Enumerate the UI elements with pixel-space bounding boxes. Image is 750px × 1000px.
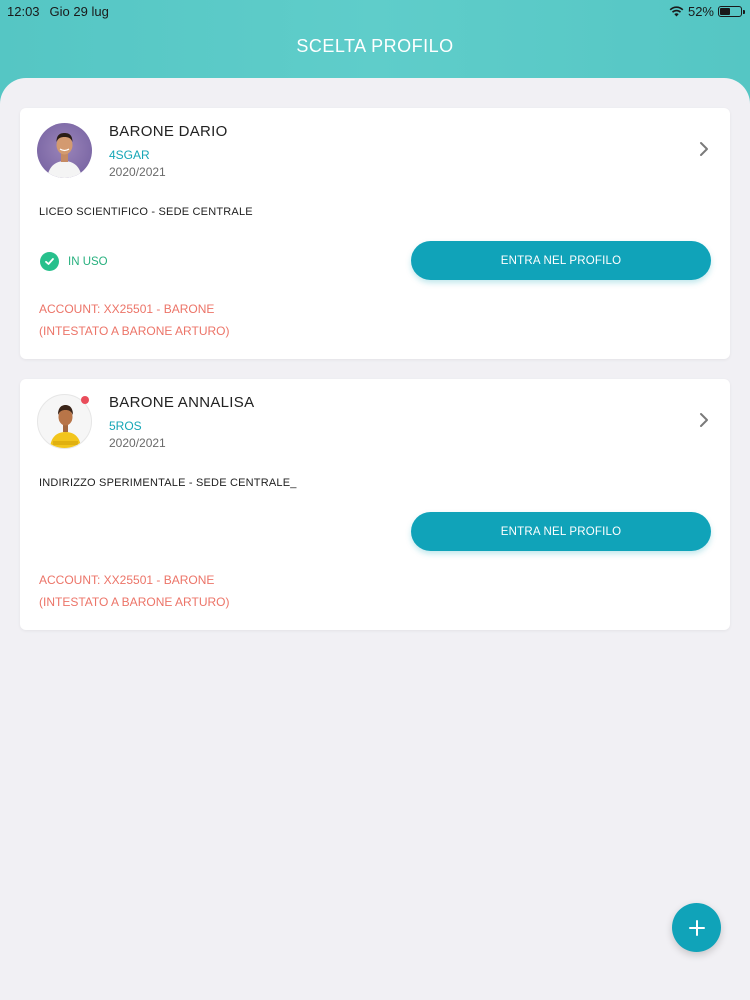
- battery-fill: [720, 7, 731, 15]
- profile-school: INDIRIZZO SPERIMENTALE - SEDE CENTRALE_: [39, 477, 297, 489]
- in-use-label: IN USO: [68, 255, 108, 268]
- account-owner: (INTESTATO A BARONE ARTURO): [39, 595, 230, 609]
- add-profile-button[interactable]: [672, 903, 721, 952]
- profile-class: 4SGAR: [109, 148, 150, 162]
- profile-name: BARONE DARIO: [109, 123, 228, 140]
- enter-profile-button[interactable]: ENTRA NEL PROFILO: [411, 512, 711, 551]
- chevron-right-icon[interactable]: [696, 140, 712, 158]
- plus-icon: [688, 919, 705, 936]
- account-label: ACCOUNT: XX25501 - BARONE: [39, 573, 215, 587]
- profile-school: LICEO SCIENTIFICO - SEDE CENTRALE: [39, 206, 253, 218]
- profile-year: 2020/2021: [109, 165, 166, 179]
- profile-card[interactable]: BARONE DARIO 4SGAR 2020/2021 LICEO SCIEN…: [20, 108, 730, 359]
- account-label: ACCOUNT: XX25501 - BARONE: [39, 302, 215, 316]
- notification-badge: [81, 396, 89, 404]
- profile-card[interactable]: BARONE ANNALISA 5ROS 2020/2021 INDIRIZZO…: [20, 379, 730, 630]
- page-title: SCELTA PROFILO: [296, 36, 454, 56]
- battery-percent: 52%: [687, 3, 714, 19]
- status-time: 12:03: [7, 3, 40, 19]
- avatar: [37, 123, 92, 178]
- account-owner: (INTESTATO A BARONE ARTURO): [39, 324, 230, 338]
- enter-profile-button[interactable]: ENTRA NEL PROFILO: [411, 241, 711, 280]
- profile-class: 5ROS: [109, 419, 142, 433]
- check-icon: [40, 252, 59, 271]
- status-date: Gio 29 lug: [49, 3, 109, 19]
- profile-year: 2020/2021: [109, 436, 166, 450]
- battery-icon: [718, 5, 745, 17]
- in-use-indicator: IN USO: [40, 252, 108, 271]
- chevron-right-icon[interactable]: [696, 411, 712, 429]
- wifi-icon: [669, 5, 684, 16]
- status-bar: 12:03 Gio 29 lug 52%: [0, 0, 750, 22]
- profile-name: BARONE ANNALISA: [109, 394, 255, 411]
